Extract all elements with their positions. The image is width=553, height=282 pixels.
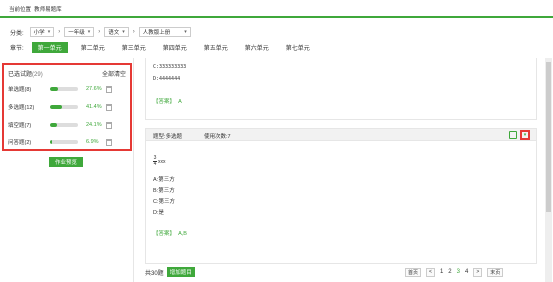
option-c: C:333333333 — [153, 64, 187, 70]
type-row: 单选题(8) 27.6% — [8, 84, 128, 94]
clear-all-button[interactable]: 全部清空 — [102, 69, 126, 78]
breadcrumb: 当前位置 教师易题库 — [9, 7, 62, 13]
first-page-button[interactable]: 首页 — [405, 267, 422, 277]
trash-icon[interactable] — [106, 103, 112, 111]
stage-select[interactable]: 小学 ▾ — [29, 27, 55, 37]
last-page-button[interactable]: 末页 — [487, 267, 504, 277]
type-row: 多选题(12) 41.4% — [8, 102, 128, 112]
option-b: B:第三方 — [153, 188, 175, 194]
next-page-button[interactable]: > — [473, 267, 483, 277]
chevron-down-icon: ▾ — [184, 29, 187, 35]
footer: 共30题 增加题目 首页 < 1 2 3 4 > 末页 — [145, 266, 537, 278]
trash-icon[interactable] — [106, 121, 112, 129]
usage-count: 使用次数:7 — [204, 134, 231, 140]
divider — [133, 58, 134, 282]
trash-icon[interactable] — [106, 138, 112, 146]
download-icon[interactable]: ▾ — [520, 130, 530, 140]
chevron-down-icon: ▾ — [87, 29, 91, 35]
chevron-right-icon: › — [58, 29, 61, 35]
option-c: C:第三方 — [153, 199, 176, 205]
page-3[interactable]: 3 — [457, 269, 460, 275]
tab-unit-7[interactable]: 第七单元 — [286, 42, 310, 53]
option-d: D:4444444 — [153, 76, 181, 82]
trash-icon[interactable] — [106, 85, 112, 93]
answer: 【答案】 A — [153, 99, 182, 105]
progress-bar — [50, 87, 78, 91]
question-type: 题型:多选题 — [153, 134, 183, 140]
tab-unit-5[interactable]: 第五单元 — [204, 42, 228, 53]
progress-bar — [50, 123, 78, 127]
tab-unit-3[interactable]: 第三单元 — [122, 42, 146, 53]
type-row: 填空题(7) 24.1% — [8, 120, 128, 130]
question-header: 题型:多选题 使用次数:7 ▾ — [146, 129, 536, 141]
page-1[interactable]: 1 — [440, 269, 443, 275]
fraction: 34 — [153, 155, 157, 167]
filter-label: 分类: — [10, 30, 24, 37]
progress-bar — [50, 140, 78, 144]
option-d: D:是 — [153, 210, 165, 216]
subject-select[interactable]: 语文 ▾ — [104, 27, 129, 37]
tab-unit-4[interactable]: 第四单元 — [163, 42, 187, 53]
grade-select[interactable]: 一年级 ▾ — [64, 27, 95, 37]
chevron-right-icon: › — [132, 29, 135, 35]
type-row: 问答题(2) 6.9% — [8, 137, 128, 147]
total-count: 共30题 — [145, 270, 164, 277]
chapter-label: 章节: — [10, 45, 24, 52]
page-2[interactable]: 2 — [448, 269, 451, 275]
panel-header: 已选试题(29) 全部清空 — [8, 69, 126, 78]
edition-select[interactable]: 人教版上册 ▾ — [138, 27, 191, 37]
question-card: C:333333333 D:4444444 【答案】 A — [145, 58, 537, 120]
add-question-button[interactable]: 增加题目 — [166, 267, 195, 277]
chapter-tabs: 章节: 第一单元 第二单元 第三单元 第四单元 第五单元 第六单元 第七单元 — [10, 41, 327, 53]
scrollbar-thumb[interactable] — [546, 62, 551, 212]
prev-page-button[interactable]: < — [426, 267, 435, 277]
option-a: A:第三方 — [153, 177, 175, 183]
tab-unit-6[interactable]: 第六单元 — [245, 42, 269, 53]
question-stem: 34 xxx — [153, 155, 166, 167]
page-4[interactable]: 4 — [465, 269, 468, 275]
answer: 【答案】 A,B — [153, 231, 187, 237]
tab-unit-1[interactable]: 第一单元 — [31, 41, 68, 53]
progress-bar — [50, 105, 78, 109]
edit-icon[interactable] — [509, 131, 517, 139]
chevron-down-icon: ▾ — [122, 29, 125, 35]
tab-unit-2[interactable]: 第二单元 — [81, 42, 105, 53]
chevron-right-icon: › — [98, 29, 101, 35]
selected-questions-panel: 已选试题(29) 全部清空 单选题(8) 27.6% 多选题(12) 41.4%… — [2, 63, 132, 151]
pagination: 首页 < 1 2 3 4 > 末页 — [405, 266, 504, 278]
preview-homework-button[interactable]: 作业预览 — [49, 157, 83, 167]
category-filter: 分类: 小学 ▾ › 一年级 ▾ › 语文 ▾ › 人教版上册 ▾ — [10, 26, 191, 38]
question-card: 题型:多选题 使用次数:7 ▾ 34 xxx A:第三方 B:第三方 C:第三方… — [145, 128, 537, 264]
chevron-down-icon: ▾ — [47, 29, 51, 35]
panel-title: 已选试题(29) — [8, 72, 43, 78]
top-bar: 当前位置 教师易题库 — [0, 0, 553, 18]
